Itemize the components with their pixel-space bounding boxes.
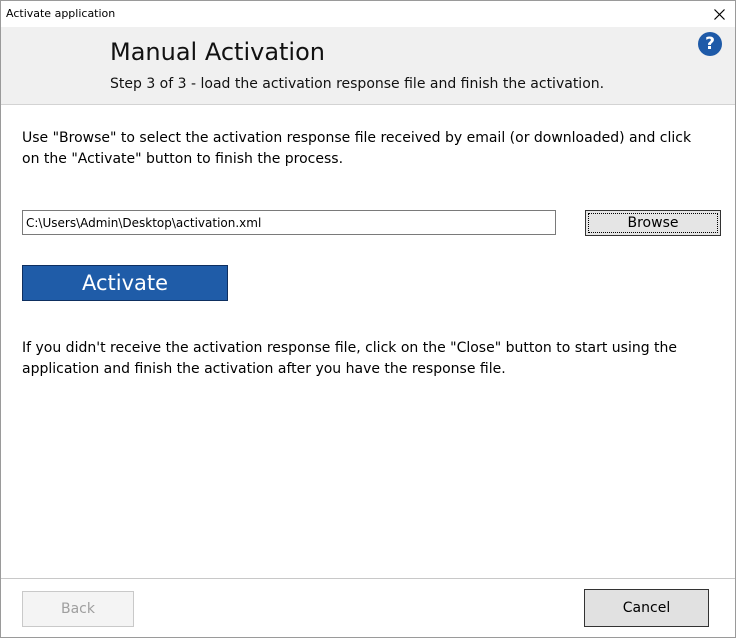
footer-bar: Back Cancel bbox=[1, 578, 735, 637]
help-icon: ? bbox=[705, 34, 715, 54]
close-button[interactable] bbox=[707, 3, 731, 25]
close-icon bbox=[713, 8, 725, 20]
window-title: Activate application bbox=[6, 7, 116, 20]
activate-button[interactable]: Activate bbox=[22, 265, 228, 301]
activate-button-label: Activate bbox=[81, 271, 169, 295]
instructions-text: Use "Browse" to select the activation re… bbox=[22, 130, 692, 167]
page-title: Manual Activation bbox=[110, 38, 325, 66]
title-bar: Activate application bbox=[1, 1, 735, 27]
back-button-label: Back bbox=[61, 601, 95, 617]
browse-button-label: Browse bbox=[627, 215, 679, 231]
note-text: If you didn't receive the activation res… bbox=[22, 340, 678, 377]
back-button[interactable]: Back bbox=[22, 591, 134, 627]
browse-button[interactable]: Browse bbox=[585, 210, 721, 236]
step-subtitle: Step 3 of 3 - load the activation respon… bbox=[110, 76, 605, 92]
cancel-button-label: Cancel bbox=[622, 600, 671, 616]
cancel-button[interactable]: Cancel bbox=[584, 589, 709, 627]
header-panel: Manual Activation Step 3 of 3 - load the… bbox=[1, 27, 735, 105]
file-path-input[interactable] bbox=[22, 210, 556, 235]
activation-dialog: Activate application Manual Activation S… bbox=[0, 0, 736, 638]
help-button[interactable]: ? bbox=[698, 32, 722, 56]
